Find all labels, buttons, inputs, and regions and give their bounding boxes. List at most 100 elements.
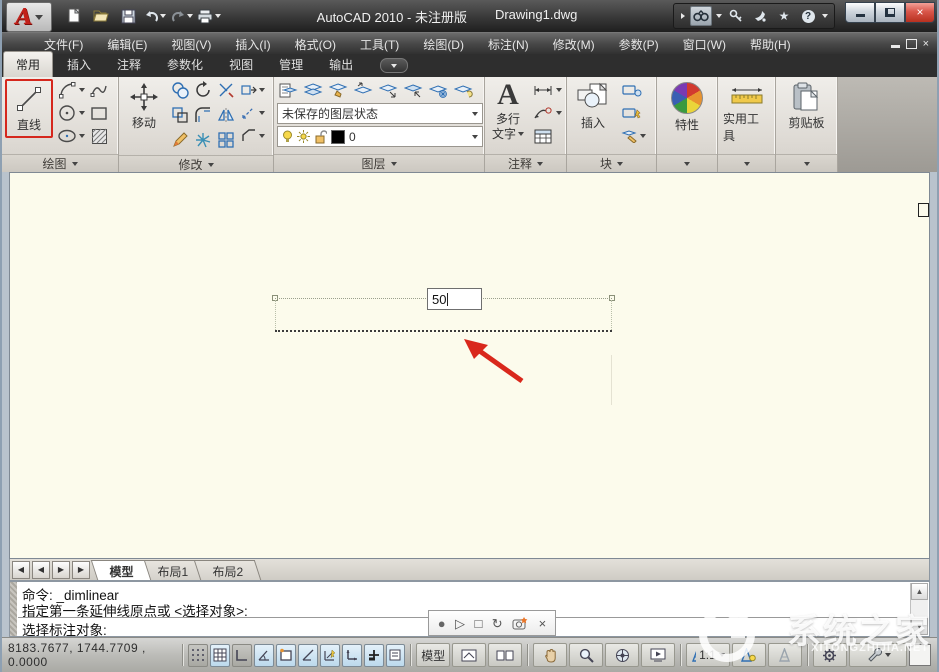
array-tool-button[interactable]: [215, 129, 237, 151]
help-button[interactable]: ?: [798, 7, 818, 25]
block-editor-dropdown-icon[interactable]: [640, 134, 646, 138]
plot-button[interactable]: [197, 5, 221, 27]
annotate-panel-label[interactable]: 注释: [485, 154, 566, 172]
menu-draw[interactable]: 绘图(D): [411, 34, 476, 55]
quick-properties-toggle[interactable]: [386, 644, 406, 667]
layer-properties-button[interactable]: [277, 79, 300, 101]
explode-tool-button[interactable]: [192, 129, 214, 151]
prev-tab-button[interactable]: ◀: [32, 561, 50, 579]
doc-restore-icon[interactable]: [906, 39, 917, 49]
annotation-visibility-button[interactable]: [732, 643, 766, 667]
ribbon-tab-parametric[interactable]: 参数化: [155, 52, 215, 77]
hatch-tool-button[interactable]: [88, 125, 110, 147]
menu-parametric[interactable]: 参数(P): [607, 34, 671, 55]
layer-off-button[interactable]: [452, 79, 475, 101]
move-tool-button[interactable]: 移动: [122, 79, 166, 134]
auto-annotation-scale-button[interactable]: [768, 643, 802, 667]
ribbon-minimize-button[interactable]: [380, 58, 408, 73]
undo-button[interactable]: [143, 5, 167, 27]
fillet-tool-button[interactable]: [192, 104, 214, 126]
utilities-panel-label[interactable]: [718, 154, 775, 172]
layer-unisolate-button[interactable]: [402, 79, 425, 101]
first-tab-button[interactable]: ◀: [12, 561, 30, 579]
draw-panel-label[interactable]: 绘图: [2, 154, 118, 172]
steering-wheel-button[interactable]: [605, 643, 639, 667]
object-snap-tracking-toggle[interactable]: [320, 644, 340, 667]
dynamic-ucs-toggle[interactable]: [342, 644, 362, 667]
scale-tool-button[interactable]: [240, 102, 258, 124]
layer-freeze-button[interactable]: [427, 79, 450, 101]
erase-tool-button[interactable]: [169, 129, 191, 151]
new-file-button[interactable]: [62, 5, 86, 27]
lineweight-toggle[interactable]: [364, 644, 384, 667]
save-button[interactable]: [116, 5, 140, 27]
loop-icon[interactable]: ↻: [492, 617, 503, 630]
stretch-dropdown-icon[interactable]: [259, 88, 265, 92]
leader-dropdown-icon[interactable]: [556, 111, 562, 115]
ribbon-tab-insert[interactable]: 插入: [55, 52, 103, 77]
dimension-value-input[interactable]: 50: [427, 288, 482, 310]
clipboard-panel-label[interactable]: [776, 154, 837, 172]
scroll-up-button[interactable]: ▲: [911, 583, 928, 600]
layer-make-current-button[interactable]: [327, 79, 350, 101]
help-dropdown-icon[interactable]: [822, 14, 828, 18]
scroll-down-button[interactable]: ▼: [911, 618, 928, 635]
command-scrollbar[interactable]: ▲ ▼: [910, 583, 928, 635]
next-tab-button[interactable]: ▶: [52, 561, 70, 579]
communication-center-button[interactable]: [750, 7, 770, 25]
rotate-tool-button[interactable]: [192, 79, 214, 101]
table-button[interactable]: [531, 125, 555, 147]
line-object[interactable]: [275, 330, 612, 332]
favorites-button[interactable]: ★: [774, 7, 794, 25]
quick-view-layouts-button[interactable]: [452, 643, 486, 667]
properties-button[interactable]: 特性: [669, 79, 705, 136]
command-window-grip[interactable]: [10, 582, 17, 636]
workspace-switching-button[interactable]: [813, 643, 847, 667]
polar-tracking-toggle[interactable]: [254, 644, 274, 667]
layout2-tab[interactable]: 布局2: [193, 560, 260, 580]
layer-state-dropdown[interactable]: 未保存的图层状态: [277, 103, 483, 124]
ribbon-tab-manage[interactable]: 管理: [267, 52, 315, 77]
minimize-button[interactable]: [845, 2, 875, 23]
show-motion-button[interactable]: [641, 643, 675, 667]
chamfer-tool-button[interactable]: [240, 125, 258, 147]
mtext-tool-button[interactable]: A 多行 文字: [488, 79, 528, 144]
layer-isolate-button[interactable]: [377, 79, 400, 101]
doc-close-icon[interactable]: ×: [923, 38, 929, 50]
line-tool-button[interactable]: 直线: [5, 79, 53, 138]
quick-view-drawings-button[interactable]: [488, 643, 522, 667]
model-tab[interactable]: 模型: [91, 560, 152, 580]
ellipse-tool-button[interactable]: [56, 125, 78, 147]
scale-dropdown-icon[interactable]: [259, 111, 265, 115]
clean-screen-button[interactable]: [909, 644, 931, 666]
block-editor-button[interactable]: [619, 125, 639, 147]
object-snap-3d-toggle[interactable]: [298, 644, 318, 667]
annotation-scale-button[interactable]: 1:1: [686, 643, 730, 667]
ellipse-dropdown-icon[interactable]: [79, 134, 85, 138]
search-dropdown-icon[interactable]: [716, 14, 722, 18]
last-tab-button[interactable]: ▶: [72, 561, 90, 579]
zoom-button[interactable]: [569, 643, 603, 667]
menu-help[interactable]: 帮助(H): [738, 34, 803, 55]
drawing-canvas[interactable]: 50: [9, 172, 930, 559]
chamfer-dropdown-icon[interactable]: [259, 134, 265, 138]
record-icon[interactable]: ●: [438, 617, 446, 630]
layers-panel-label[interactable]: 图层: [274, 154, 484, 172]
insert-block-button[interactable]: 插入: [570, 79, 616, 134]
restore-button[interactable]: [875, 2, 905, 23]
ribbon-tab-home[interactable]: 常用: [3, 51, 53, 77]
close-button[interactable]: ×: [905, 2, 935, 23]
recorder-close-icon[interactable]: ×: [539, 617, 547, 630]
infocenter-expand-icon[interactable]: [681, 13, 685, 19]
ortho-toggle[interactable]: [232, 644, 252, 667]
model-space-button[interactable]: 模型: [416, 643, 450, 667]
trim-tool-button[interactable]: [215, 79, 237, 101]
redo-button[interactable]: [170, 5, 194, 27]
command-line-area[interactable]: 命令: _dimlinear 指定第一条延伸线原点或 <选择对象>: 选择标注对…: [9, 581, 930, 637]
layer-state-button[interactable]: [302, 79, 325, 101]
copy-tool-button[interactable]: [169, 79, 191, 101]
measure-button[interactable]: 实用工具: [721, 79, 772, 147]
search-button[interactable]: [690, 6, 712, 26]
menu-modify[interactable]: 修改(M): [541, 34, 607, 55]
camera-star-icon[interactable]: [512, 616, 529, 630]
